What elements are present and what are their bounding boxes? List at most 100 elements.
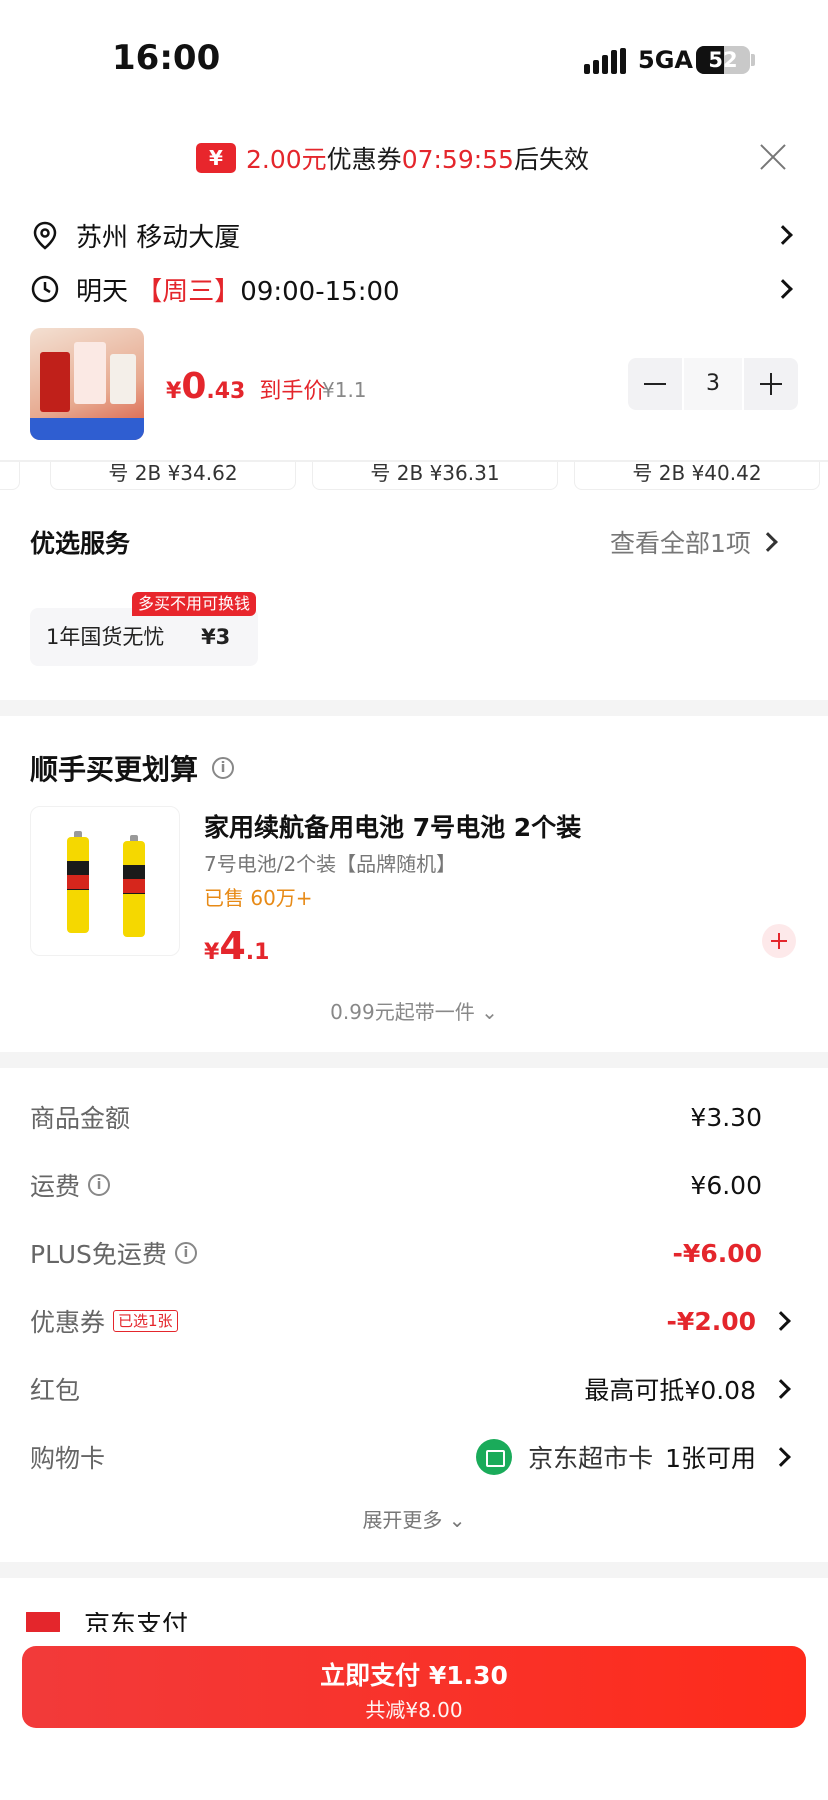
gift-card-row[interactable]: 购物卡 京东超市卡 1张可用 <box>30 1432 798 1482</box>
coupon-amount: 2.00元 <box>246 145 327 174</box>
shipping-label: 运费 <box>30 1172 81 1201</box>
quantity-stepper: 3 <box>628 358 798 410</box>
decrease-quantity-button[interactable] <box>628 358 682 410</box>
location-pin-icon <box>33 221 57 250</box>
addon-price-integer: 4 <box>219 924 246 968</box>
plus-free-shipping-label: PLUS免运费 <box>30 1240 167 1269</box>
service-view-all-link[interactable]: 查看全部1项 <box>610 524 785 560</box>
plus-free-shipping-row: PLUS免运费 i -¥6.00 <box>30 1228 798 1278</box>
service-item-name: 1年国货无忧 <box>46 625 165 649</box>
price-label: 到手价 <box>259 379 326 404</box>
option-card[interactable]: 号 2B ¥40.42 <box>574 462 820 490</box>
service-option-card[interactable]: 1年国货无忧 ¥3 <box>30 608 258 666</box>
gift-card-label: 购物卡 <box>30 1444 106 1473</box>
coupon-row-label: 优惠券 <box>30 1308 106 1337</box>
coupon-suffix: 后失效 <box>513 145 589 174</box>
price-integer: 0 <box>181 366 207 407</box>
clock-icon <box>31 275 59 303</box>
coupon-countdown: 07:59:55 <box>401 145 514 174</box>
chevron-right-icon <box>758 532 778 552</box>
delivery-time-row[interactable]: 明天 【周三】09:00-15:00 <box>30 264 800 314</box>
plus-free-shipping-value: -¥6.00 <box>672 1238 762 1268</box>
red-packet-label: 红包 <box>30 1376 81 1405</box>
status-time: 16:00 <box>112 38 221 78</box>
supermarket-card-icon <box>476 1439 513 1475</box>
chevron-right-icon <box>771 1379 791 1399</box>
chevron-right-icon <box>771 1311 791 1331</box>
chevron-right-icon <box>773 225 793 245</box>
info-icon[interactable]: i <box>174 1242 197 1264</box>
final-price: ¥ 0 .43 到手价 <box>166 366 325 407</box>
gift-card-value: 1张可用 <box>665 1444 756 1473</box>
section-gap <box>0 1052 828 1068</box>
price-symbol: ¥ <box>166 379 182 404</box>
address-row[interactable]: 苏州 移动大厦 <box>30 210 800 260</box>
addon-product-spec: 7号电池/2个装【品牌随机】 <box>204 852 457 876</box>
network-label: 5GA <box>638 46 693 74</box>
battery-icon: 52 <box>696 46 750 74</box>
addon-product-name[interactable]: 家用续航备用电池 7号电池 2个装 <box>204 808 581 844</box>
addon-title-text: 顺手买更划算 <box>30 753 199 786</box>
goods-amount-row: 商品金额 ¥3.30 <box>30 1092 798 1142</box>
option-card[interactable]: 号 2B ¥36.31 <box>312 462 558 490</box>
expand-more-link[interactable]: 展开更多 ⌄ <box>0 1504 828 1533</box>
addon-price: ¥ 4 .1 <box>204 924 269 968</box>
service-badge: 多买不用可换钱 <box>132 592 257 616</box>
addon-price-decimal: .1 <box>245 940 270 965</box>
addon-more-link[interactable]: 0.99元起带一件 ⌄ <box>0 996 828 1025</box>
section-gap <box>0 700 828 716</box>
option-cards-row: 号 2B ¥34.62 号 2B ¥36.31 号 2B ¥40.42 <box>0 462 828 490</box>
coupon-row[interactable]: 优惠券 已选1张 -¥2.00 <box>30 1296 798 1346</box>
addon-price-symbol: ¥ <box>204 940 220 965</box>
close-banner-icon[interactable] <box>758 142 788 172</box>
goods-amount-label: 商品金额 <box>30 1104 131 1133</box>
chevron-down-icon: ⌄ <box>448 1508 466 1532</box>
expand-more-label: 展开更多 <box>362 1508 443 1532</box>
coupon-value: -¥2.00 <box>666 1306 756 1336</box>
total-saving-label: 共减¥8.00 <box>365 1698 463 1722</box>
payment-method-row[interactable]: 京东支付 <box>26 1612 188 1632</box>
coupon-ticket-icon: ¥ <box>196 143 236 173</box>
payment-method-label: 京东支付 <box>84 1612 189 1632</box>
info-icon[interactable]: i <box>212 757 235 779</box>
price-decimal: .43 <box>206 379 246 404</box>
red-packet-row[interactable]: 红包 最高可抵¥0.08 <box>30 1364 798 1414</box>
service-section-title: 优选服务 <box>30 529 131 558</box>
addon-sold-count: 已售 60万+ <box>204 886 313 910</box>
product-thumbnail[interactable] <box>30 328 144 440</box>
gift-card-name: 京东超市卡 <box>528 1444 654 1473</box>
option-card[interactable]: 号 2B ¥34.62 <box>50 462 296 490</box>
pay-now-button[interactable]: 立即支付 ¥1.30 共减¥8.00 <box>22 1646 806 1728</box>
chevron-right-icon <box>771 1447 791 1467</box>
chevron-down-icon: ⌄ <box>481 1000 498 1024</box>
goods-amount-value: ¥3.30 <box>690 1102 762 1132</box>
coupon-expiry-banner: ¥ 2.00元优惠券07:59:55后失效 <box>0 128 828 188</box>
original-price: ¥1.1 <box>322 378 367 402</box>
service-view-all-label: 查看全部1项 <box>610 529 751 558</box>
delivery-time-range: 09:00-15:00 <box>240 276 400 307</box>
increase-quantity-button[interactable] <box>744 358 798 410</box>
addon-more-label: 0.99元起带一件 <box>330 1000 475 1024</box>
service-item-price: ¥3 <box>201 625 231 649</box>
red-packet-value: 最高可抵¥0.08 <box>584 1376 756 1405</box>
delivery-day: 明天 <box>76 276 129 307</box>
addon-product-image[interactable] <box>30 806 180 956</box>
battery-level: 52 <box>708 48 738 72</box>
jd-pay-icon <box>26 1612 60 1632</box>
pay-now-label: 立即支付 ¥1.30 <box>320 1661 508 1690</box>
add-addon-button[interactable] <box>762 924 796 958</box>
shipping-row: 运费 i ¥6.00 <box>30 1160 798 1210</box>
battery-tip <box>751 54 755 66</box>
quantity-value[interactable]: 3 <box>682 358 744 410</box>
coupon-selected-tag: 已选1张 <box>113 1310 178 1332</box>
coupon-label: 优惠券 <box>326 145 402 174</box>
chevron-right-icon <box>773 279 793 299</box>
signal-icon <box>584 48 626 74</box>
section-gap <box>0 1562 828 1578</box>
delivery-weekday: 【周三】 <box>136 276 241 307</box>
info-icon[interactable]: i <box>88 1174 111 1196</box>
option-card[interactable] <box>0 462 20 490</box>
address-text: 苏州 移动大厦 <box>76 222 241 253</box>
addon-section-title: 顺手买更划算 i <box>30 748 235 788</box>
shipping-value: ¥6.00 <box>690 1170 762 1200</box>
